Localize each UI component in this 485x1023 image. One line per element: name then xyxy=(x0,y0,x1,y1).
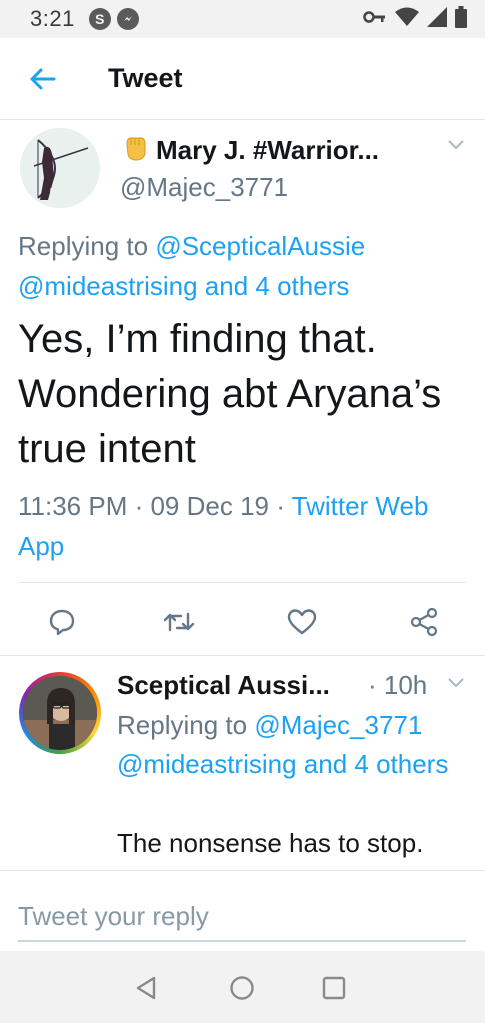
avatar[interactable] xyxy=(20,128,100,208)
status-icons xyxy=(363,5,467,33)
mention-others-link[interactable]: @mideastrising and 4 others xyxy=(18,271,349,301)
chevron-down-icon[interactable] xyxy=(446,138,466,156)
reply-icon xyxy=(49,609,75,636)
heart-icon xyxy=(287,609,317,635)
divider xyxy=(0,870,485,871)
tweet-text: Yes, I’m finding that. Wondering abt Ary… xyxy=(18,317,442,471)
notification-icons: S xyxy=(88,8,139,30)
status-time: 3:21 xyxy=(30,6,75,31)
key-icon xyxy=(363,10,387,29)
reply-button[interactable] xyxy=(40,600,84,644)
battery-icon xyxy=(455,5,467,33)
status-bar: 3:21 S xyxy=(0,0,485,38)
mention-others-link[interactable]: @mideastrising and 4 others xyxy=(117,749,448,779)
reply-author-name[interactable]: Sceptical Aussi... xyxy=(117,670,330,701)
avatar[interactable] xyxy=(19,672,101,754)
reply-time: · 10h xyxy=(368,670,428,700)
tweet-meta: 11:36 PM · 09 Dec 19 · Twitter Web App xyxy=(18,486,468,566)
share-button[interactable] xyxy=(402,600,446,644)
system-nav-bar xyxy=(0,951,485,1023)
wifi-icon xyxy=(395,7,419,32)
tweet-actions xyxy=(0,600,485,644)
arrow-left-icon xyxy=(30,68,56,89)
circle-home-icon xyxy=(230,976,254,1000)
raised-fist-icon xyxy=(120,132,150,169)
share-icon xyxy=(410,607,438,637)
back-button[interactable] xyxy=(12,49,72,109)
author-name-text: Mary J. #Warrior... xyxy=(156,135,380,165)
replying-to: Replying to @ScepticalAussie @mideastris… xyxy=(18,226,468,306)
replying-to: Replying to @Majec_3771 @mideastrising a… xyxy=(117,706,467,784)
author-name[interactable]: Mary J. #Warrior... xyxy=(120,132,379,169)
reply-compose-input[interactable] xyxy=(18,892,466,942)
page-title: Tweet xyxy=(108,63,183,93)
app-bar: Tweet xyxy=(0,38,485,120)
triangle-back-icon xyxy=(136,976,156,1000)
mention-link[interactable]: @Majec_3771 xyxy=(254,710,422,740)
square-recents-icon xyxy=(322,976,346,1000)
chevron-down-icon[interactable] xyxy=(446,676,466,694)
signal-icon xyxy=(427,6,447,32)
tweet-timestamp: 11:36 PM · 09 Dec 19 · xyxy=(18,491,292,521)
replying-prefix: Replying to xyxy=(18,231,156,261)
author-handle[interactable]: @Majec_3771 xyxy=(120,172,288,203)
s-app-icon: S xyxy=(88,8,111,30)
like-button[interactable] xyxy=(280,600,324,644)
divider xyxy=(18,582,466,583)
retweet-button[interactable] xyxy=(157,600,201,644)
archer-avatar-image xyxy=(20,128,100,208)
reply-text: The nonsense has to stop. xyxy=(117,828,424,858)
nav-home-button[interactable] xyxy=(225,971,259,1005)
nav-recents-button[interactable] xyxy=(317,971,351,1005)
replying-prefix: Replying to xyxy=(117,710,255,740)
avatar-image xyxy=(23,676,97,750)
divider xyxy=(0,655,485,656)
nav-back-button[interactable] xyxy=(129,971,163,1005)
messenger-icon xyxy=(116,8,139,30)
retweet-icon xyxy=(163,612,195,632)
mention-link[interactable]: @ScepticalAussie xyxy=(155,231,365,261)
